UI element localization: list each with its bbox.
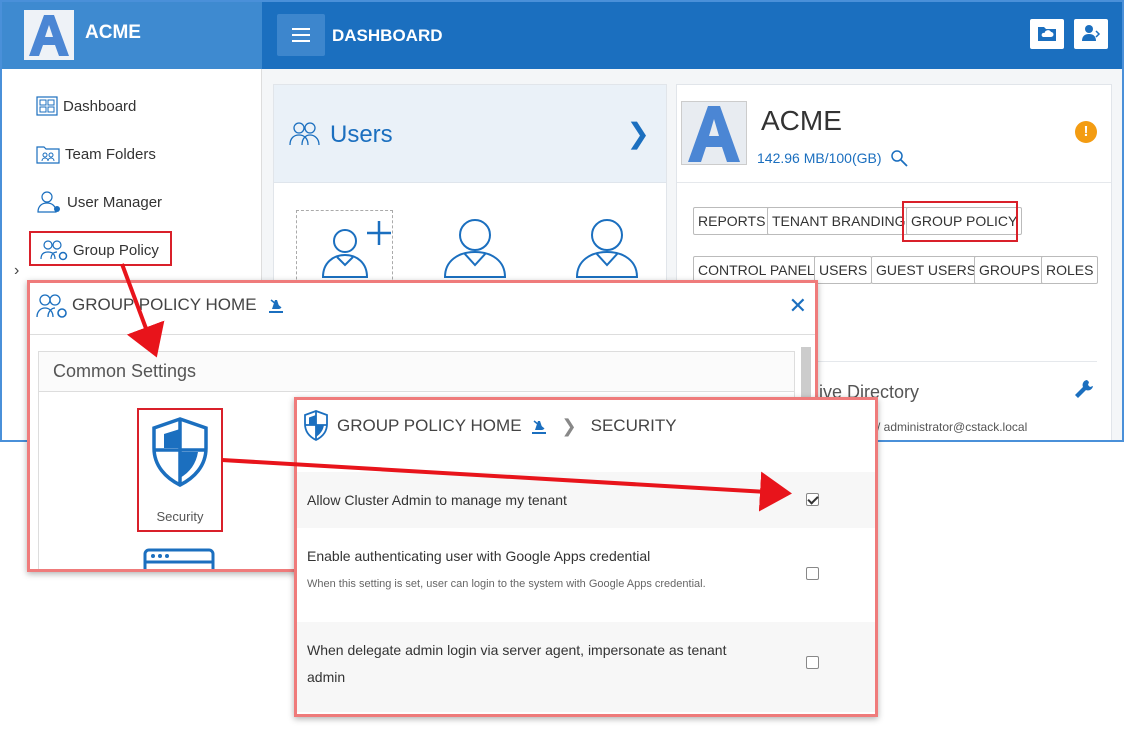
brand-header: ACME [2,2,262,69]
setting-checkbox[interactable] [806,493,819,506]
users-card-header[interactable]: Users ❯ [274,85,666,183]
sidebar-item-team-folders[interactable]: Team Folders [36,141,156,167]
team-folder-icon [36,146,60,164]
setting-checkbox[interactable] [806,656,819,669]
security-dialog-header: GROUP POLICY HOME ❯ SECURITY [297,400,875,452]
highlight-group-policy-button [902,201,1018,242]
security-label: Security [156,509,204,524]
guest-users-button[interactable]: GUEST USERS [871,256,982,284]
highlight-group-policy [29,231,172,266]
reports-button[interactable]: REPORTS [693,207,771,235]
tenant-logo [681,101,747,165]
cloud-folder-icon[interactable] [1030,19,1064,49]
sidebar-item-label: Dashboard [63,97,137,115]
tenant-header: ACME 142.96 MB/100(GB) ! [677,85,1111,183]
chevron-right-icon[interactable]: ❯ [627,117,650,150]
warning-icon[interactable]: ! [1075,121,1097,143]
users-title: Users [330,121,393,148]
active-directory-row: ive Directory / administrator@cstack.loc… [807,361,1097,434]
roles-button[interactable]: ROLES [1041,256,1099,284]
search-icon[interactable] [890,149,908,167]
dashboard-icon [36,96,58,116]
home-anchor-icon[interactable] [530,417,548,435]
shield-icon [304,410,328,442]
security-tile[interactable]: Security [137,408,223,532]
close-icon[interactable]: ✕ [789,293,807,319]
section-title: Common Settings [39,352,794,392]
top-bar: DASHBOARD [262,2,1122,69]
security-dialog: GROUP POLICY HOME ❯ SECURITY Allow Clust… [294,397,878,717]
setting-checkbox[interactable] [806,567,819,580]
server-icon [143,548,215,569]
sidebar-item-dashboard[interactable]: Dashboard [36,93,136,119]
dialog-header: GROUP POLICY HOME ✕ [30,283,815,335]
sidebar-item-user-manager[interactable]: User Manager [36,189,162,215]
add-user-icon [321,221,391,278]
tenant-storage: 142.96 MB/100(GB) [757,149,908,167]
setting-label: Allow Cluster Admin to manage my tenant [307,492,567,508]
setting-help-text: When this setting is set, user can login… [307,578,706,590]
user-avatar-icon [443,219,507,278]
sidebar-item-label: User Manager [67,193,163,211]
breadcrumb-current: SECURITY [590,416,677,435]
users-button[interactable]: USERS [814,256,873,284]
home-anchor-icon[interactable] [267,296,285,314]
groups-button[interactable]: GROUPS [974,256,1045,284]
chevron-right-icon: ❯ [561,415,577,436]
dialog-title: GROUP POLICY HOME [72,295,285,315]
setting-label-continued: admin [307,669,346,685]
active-directory-subtitle: / administrator@cstack.local [877,420,1028,434]
group-policy-icon [36,294,67,318]
setting-row: Allow Cluster Admin to manage my tenant [297,472,875,528]
sidebar-item-label: Team Folders [65,145,156,163]
menu-icon[interactable] [277,14,325,56]
user-logout-icon[interactable] [1074,19,1108,49]
screenshot-stage: ACME DASHBOARD Dashboard Team Folders › … [0,0,1124,733]
breadcrumb-home[interactable]: GROUP POLICY HOME [337,416,522,436]
brand-name: ACME [85,22,141,43]
tenant-branding-button[interactable]: TENANT BRANDING [767,207,911,235]
brand-logo [24,10,74,60]
users-icon [289,122,320,146]
user-manager-icon [37,191,60,213]
setting-row: When delegate admin login via server age… [297,622,875,712]
setting-row: Enable authenticating user with Google A… [297,528,875,622]
tenant-name: ACME [761,105,842,136]
page-title: DASHBOARD [332,26,443,45]
chevron-right-icon[interactable]: › [14,262,19,280]
setting-label: Enable authenticating user with Google A… [307,548,651,564]
user-avatar-icon [575,219,639,278]
breadcrumb: GROUP POLICY HOME ❯ SECURITY [303,410,677,442]
wrench-icon[interactable] [1073,378,1095,400]
setting-label: When delegate admin login via server age… [307,642,727,658]
shield-icon [152,417,208,487]
